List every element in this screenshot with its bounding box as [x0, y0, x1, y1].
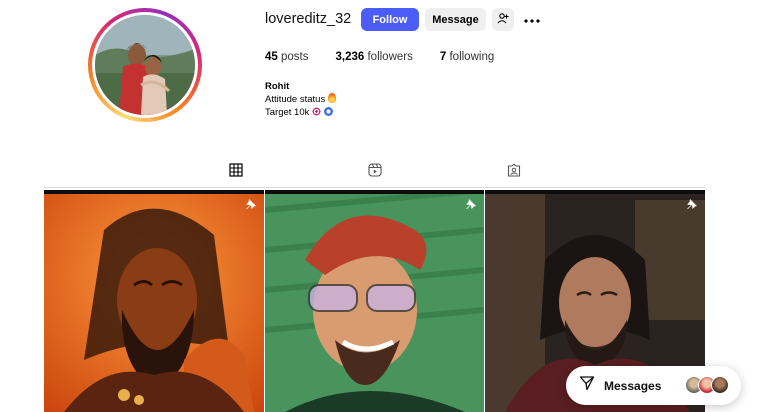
grid-icon [229, 163, 243, 187]
posts-stat: 45 posts [265, 51, 309, 63]
messages-button[interactable]: Messages [566, 366, 741, 405]
tab-reels[interactable] [352, 163, 398, 188]
tile-top-bar [44, 190, 264, 194]
avatar-border [92, 12, 198, 118]
fire-emoji-icon [328, 93, 337, 103]
follow-button[interactable]: Follow [361, 8, 419, 31]
following-stat[interactable]: 7 following [440, 51, 494, 63]
bio-name: Rohit [265, 81, 290, 92]
bio-line-2: Target 10k [265, 107, 310, 118]
more-icon [524, 10, 540, 28]
followers-label: followers [367, 51, 413, 63]
profile-bio: Rohit Attitude status Target 10k [265, 80, 337, 119]
more-options-button[interactable] [522, 9, 542, 29]
followers-stat[interactable]: 3,236 followers [336, 51, 413, 63]
bio-line: Target 10k [265, 106, 336, 119]
posts-label: posts [281, 51, 309, 63]
tagged-icon [507, 163, 521, 188]
profile-avatar-ring[interactable] [88, 8, 202, 122]
posts-count: 45 [265, 51, 278, 63]
post-tile[interactable] [44, 190, 264, 412]
avatar [711, 376, 729, 394]
add-user-icon [497, 12, 509, 27]
followers-count: 3,236 [335, 51, 365, 63]
pin-icon [464, 197, 478, 211]
post-tile[interactable] [265, 190, 484, 412]
target-emoji-icon [312, 107, 322, 116]
following-count: 7 [439, 51, 447, 63]
message-avatars [685, 376, 729, 394]
following-label: following [449, 51, 495, 63]
profile-username: lovereditz_32 [265, 11, 352, 27]
circle-emoji-icon [324, 107, 334, 116]
bio-line-1: Attitude status [265, 94, 326, 105]
tab-posts[interactable] [213, 163, 259, 188]
reels-icon [368, 163, 382, 188]
pin-icon [685, 197, 699, 211]
profile-stats: 45 posts 3,236 followers 7 following [265, 51, 521, 63]
messages-label: Messages [604, 378, 662, 393]
tile-top-bar [265, 190, 484, 194]
message-button[interactable]: Message [425, 8, 486, 31]
pin-icon [244, 197, 258, 211]
tile-top-bar [485, 190, 705, 194]
bio-line: Attitude status [265, 93, 337, 106]
profile-avatar[interactable] [95, 15, 195, 115]
suggest-user-button[interactable] [492, 8, 514, 31]
send-icon [579, 375, 595, 396]
tabs-divider [44, 187, 705, 188]
tab-tagged[interactable] [491, 163, 537, 188]
